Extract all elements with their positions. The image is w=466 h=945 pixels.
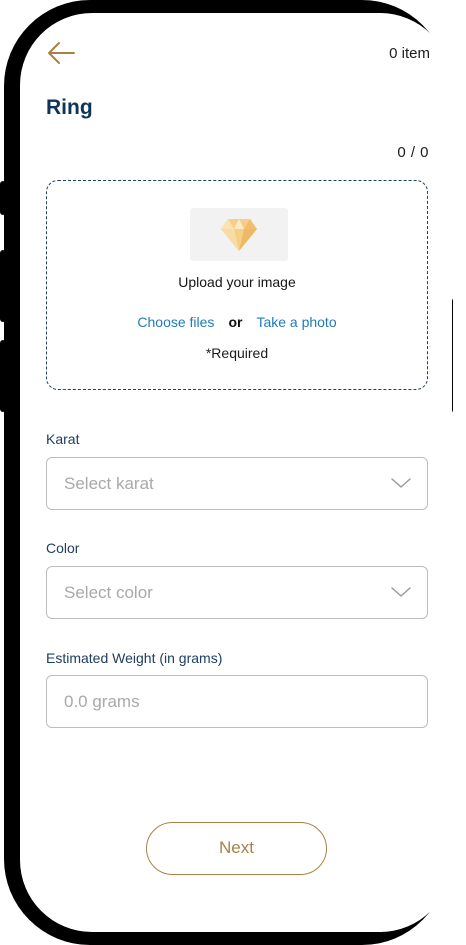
page-title: Ring	[46, 96, 93, 119]
weight-placeholder: 0.0 grams	[64, 692, 140, 711]
karat-select[interactable]: Select karat	[46, 457, 428, 510]
header: 0 item	[46, 41, 430, 67]
color-label: Color	[46, 540, 80, 556]
karat-label: Karat	[46, 431, 80, 447]
chevron-down-icon	[391, 478, 411, 488]
image-counter: 0 / 0	[397, 144, 429, 161]
color-select[interactable]: Select color	[46, 566, 428, 619]
phone-frame: 0 item Ring 0 / 0 Upload your image Choo…	[0, 0, 453, 945]
required-note: *Required	[205, 345, 269, 361]
side-button-mute	[0, 181, 6, 215]
app-screen: 0 item Ring 0 / 0 Upload your image Choo…	[20, 13, 452, 932]
upload-thumbnail	[190, 208, 288, 261]
side-button-volume-up	[0, 250, 6, 322]
back-arrow-icon[interactable]	[46, 41, 76, 65]
color-placeholder: Select color	[64, 583, 153, 602]
upload-title: Upload your image	[178, 274, 296, 290]
weight-label: Estimated Weight (in grams)	[46, 650, 223, 666]
karat-placeholder: Select karat	[64, 474, 154, 493]
or-separator: or	[228, 314, 243, 330]
choose-files-link[interactable]: Choose files	[137, 314, 214, 330]
next-button[interactable]: Next	[146, 822, 327, 875]
cart-item-count[interactable]: 0 item	[389, 45, 430, 62]
chevron-down-icon	[391, 587, 411, 597]
side-button-volume-down	[0, 340, 6, 412]
weight-input[interactable]: 0.0 grams	[46, 675, 428, 728]
image-upload-area[interactable]: Upload your image Choose files or Take a p…	[46, 180, 428, 390]
take-photo-link[interactable]: Take a photo	[256, 314, 336, 330]
upload-actions: Choose files or Take a photo	[47, 314, 427, 330]
diamond-icon	[221, 219, 257, 251]
